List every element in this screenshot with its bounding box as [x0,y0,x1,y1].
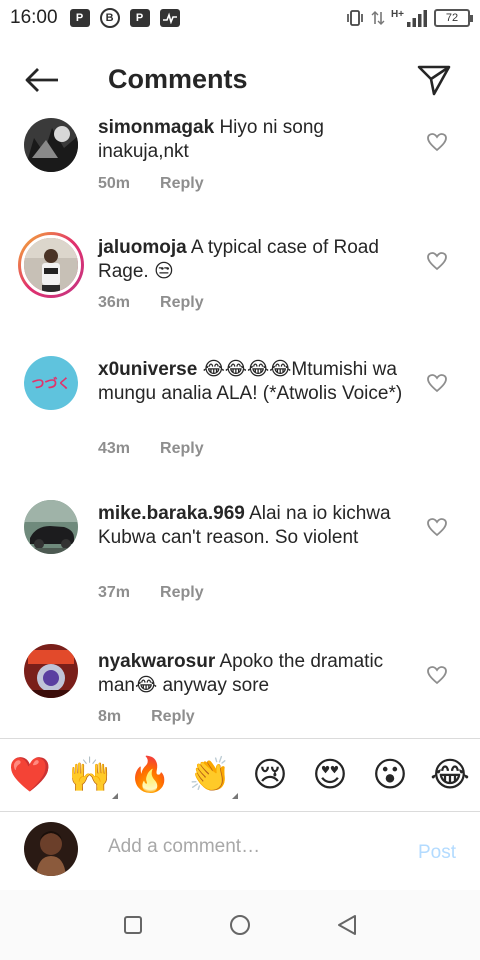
comments-list[interactable]: simonmagak Hiyo ni song inakuja,nkt 50m … [0,106,480,738]
comment-item: simonmagak Hiyo ni song inakuja,nkt 50m … [0,106,480,212]
heart-icon[interactable] [426,516,448,538]
avatar[interactable]: つづく [24,356,78,410]
system-nav-bar [0,890,480,960]
reply-button[interactable]: Reply [160,440,204,458]
b-notification-icon: B [99,8,120,28]
comment-meta: 50m Reply [98,175,204,193]
comment-timestamp: 43m [98,440,131,457]
emoji-surprised-button[interactable]: 😮 [368,753,412,797]
comment-username[interactable]: x0universe [98,359,197,380]
data-transfer-icon [371,11,385,25]
heart-icon[interactable] [426,372,448,394]
app-notification-icon: P [69,9,90,27]
activity-icon [159,9,180,27]
circle-icon [229,915,250,935]
comment-username[interactable]: jaluomoja [98,237,187,258]
comment-text: nyakwarosur Apoko the dramatic man😂 anyw… [98,650,410,698]
heart-icon[interactable] [426,131,448,153]
back-nav-button[interactable] [332,910,362,940]
reply-button[interactable]: Reply [160,584,204,602]
heart-icon[interactable] [426,664,448,686]
square-icon [124,916,143,934]
emoji-heart-button[interactable]: ❤️ [8,753,52,797]
status-bar: 16:00 P B P H+ 72 [0,0,480,36]
comment-text: jaluomoja A typical case of Road Rage. 😒 [98,236,410,284]
avatar[interactable] [24,118,78,172]
network-type-label: H+ [390,8,404,20]
reply-button[interactable]: Reply [151,708,195,726]
comment-text: simonmagak Hiyo ni song inakuja,nkt [98,116,410,164]
home-button[interactable] [225,910,255,940]
reply-button[interactable]: Reply [160,294,204,312]
app-notification-icon: P [129,9,150,27]
emoji-fire-button[interactable]: 🔥 [128,753,172,797]
emoji-crying-button[interactable]: 😢 [248,753,292,797]
comment-timestamp: 36m [98,294,131,311]
comment-item: nyakwarosur Apoko the dramatic man😂 anyw… [0,638,480,738]
recents-button[interactable] [118,910,148,940]
comment-text: mike.baraka.969 Alai na io kichwa Kubwa … [98,502,410,550]
svg-text:つづく: つづく [31,376,70,392]
comment-timestamp: 8m [98,708,122,725]
avatar[interactable] [24,644,78,698]
emoji-raising-hands-button[interactable]: 🙌 [68,753,118,799]
status-time: 16:00 [10,7,58,28]
avatar[interactable] [18,232,84,298]
send-icon [417,65,451,96]
notification-icons: P B P [69,8,180,28]
comment-text: x0universe 😂😂😂😂Mtumishi wa mungu analia … [98,358,410,406]
comment-item: jaluomoja A typical case of Road Rage. 😒… [0,224,480,330]
battery-icon: 72 [434,9,473,27]
arrow-left-icon [25,68,58,92]
emoji-clap-button[interactable]: 👏 [188,753,238,799]
comment-input[interactable] [108,836,388,858]
comment-username[interactable]: simonmagak [98,117,214,138]
comment-timestamp: 50m [98,175,131,192]
avatar [24,822,78,876]
comment-item: つづく x0universe 😂😂😂😂Mtumishi wa mungu ana… [0,350,480,478]
comment-meta: 36m Reply [98,294,204,312]
vibrate-icon [347,10,363,26]
comment-meta: 37m Reply [98,584,204,602]
post-button[interactable]: Post [418,842,456,864]
emoji-heart-eyes-button[interactable]: 😍 [308,753,352,797]
comment-username[interactable]: nyakwarosur [98,651,215,672]
comment-item: mike.baraka.969 Alai na io kichwa Kubwa … [0,494,480,622]
comment-composer: Post [0,812,480,890]
triangle-back-icon [337,915,356,935]
emoji-laughing-button[interactable]: 😂 [428,753,472,797]
comment-username[interactable]: mike.baraka.969 [98,503,245,524]
share-button[interactable] [416,62,452,98]
comment-timestamp: 37m [98,584,131,601]
back-button[interactable] [22,64,62,96]
signal-icon [407,10,427,27]
avatar[interactable] [24,500,78,554]
heart-icon[interactable] [426,250,448,272]
page-title: Comments [108,64,248,94]
header: Comments [0,54,480,106]
comment-meta: 8m Reply [98,708,195,726]
reply-button[interactable]: Reply [160,175,204,193]
comment-meta: 43m Reply [98,440,204,458]
system-icons: H+ 72 [345,8,473,28]
emoji-bar: ❤️ 🙌 🔥 👏 😢 😍 😮 😂 [0,738,480,812]
